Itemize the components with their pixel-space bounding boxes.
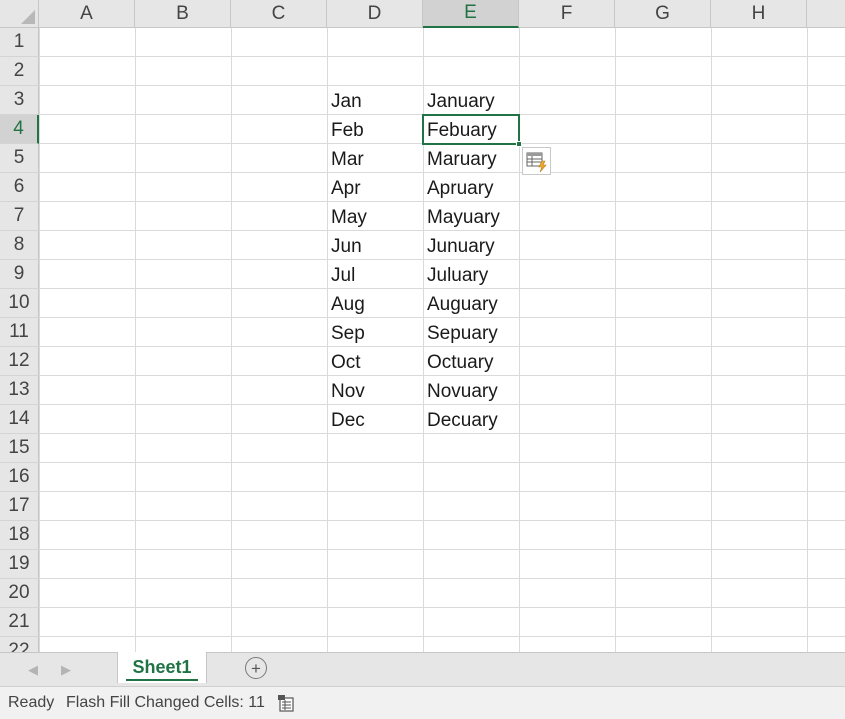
column-gridline xyxy=(711,28,712,652)
row-header-5[interactable]: 5 xyxy=(0,144,39,173)
column-header-g[interactable]: G xyxy=(615,0,711,28)
row-header-17[interactable]: 17 xyxy=(0,492,39,521)
row-gridline xyxy=(39,491,845,492)
cell-e13[interactable]: Novuary xyxy=(423,377,519,406)
row-header-14[interactable]: 14 xyxy=(0,405,39,434)
row-gridline xyxy=(39,607,845,608)
cell-e5[interactable]: Maruary xyxy=(423,145,519,174)
column-header-h[interactable]: H xyxy=(711,0,807,28)
flash-fill-options-icon[interactable] xyxy=(522,147,551,175)
row-header-21[interactable]: 21 xyxy=(0,608,39,637)
cell-d6[interactable]: Apr xyxy=(327,174,423,203)
row-gridline xyxy=(39,549,845,550)
column-header-d[interactable]: D xyxy=(327,0,423,28)
status-flash-fill-text: Flash Fill Changed Cells: 11 xyxy=(66,694,265,711)
row-header-7[interactable]: 7 xyxy=(0,202,39,231)
row-header-12[interactable]: 12 xyxy=(0,347,39,376)
row-header-18[interactable]: 18 xyxy=(0,521,39,550)
row-gridline xyxy=(39,462,845,463)
row-header-15[interactable]: 15 xyxy=(0,434,39,463)
cell-e12[interactable]: Octuary xyxy=(423,348,519,377)
select-all-button[interactable] xyxy=(0,0,39,28)
cell-d9[interactable]: Jul xyxy=(327,261,423,290)
column-header-e[interactable]: E xyxy=(423,0,519,28)
cell-e14[interactable]: Decuary xyxy=(423,406,519,435)
sheet-tab-label: Sheet1 xyxy=(132,657,192,677)
column-header-b[interactable]: B xyxy=(135,0,231,28)
status-ready-text: Ready xyxy=(8,694,55,711)
row-header-10[interactable]: 10 xyxy=(0,289,39,318)
cell-e7[interactable]: Mayuary xyxy=(423,203,519,232)
row-gridline xyxy=(39,85,845,86)
cell-d10[interactable]: Aug xyxy=(327,290,423,319)
column-header-a[interactable]: A xyxy=(39,0,135,28)
cell-d4[interactable]: Feb xyxy=(327,116,423,145)
row-header-11[interactable]: 11 xyxy=(0,318,39,347)
row-gridline xyxy=(39,636,845,637)
column-gridline xyxy=(39,28,40,652)
status-bar: Ready Flash Fill Changed Cells: 11 xyxy=(0,686,845,719)
cell-e10[interactable]: Auguary xyxy=(423,290,519,319)
cell-d13[interactable]: Nov xyxy=(327,377,423,406)
row-header-2[interactable]: 2 xyxy=(0,57,39,86)
row-header-4[interactable]: 4 xyxy=(0,115,39,144)
column-gridline xyxy=(807,28,808,652)
active-tab-underline xyxy=(126,679,198,681)
row-gridline xyxy=(39,520,845,521)
cell-e3[interactable]: January xyxy=(423,87,519,116)
sheet-stats-icon[interactable] xyxy=(276,693,296,713)
cell-e9[interactable]: Juluary xyxy=(423,261,519,290)
cell-d12[interactable]: Oct xyxy=(327,348,423,377)
row-header-1[interactable]: 1 xyxy=(0,28,39,57)
cell-e6[interactable]: Apruary xyxy=(423,174,519,203)
cell-d3[interactable]: Jan xyxy=(327,87,423,116)
column-header-i[interactable] xyxy=(807,0,845,28)
row-header-6[interactable]: 6 xyxy=(0,173,39,202)
cell-e8[interactable]: Junuary xyxy=(423,232,519,261)
worksheet-grid[interactable]: A B C D E F G H 1 2 3 4 5 6 7 8 9 10 11 12 13 14 15 16 17 18 19 20 2… xyxy=(0,0,845,652)
cell-d14[interactable]: Dec xyxy=(327,406,423,435)
row-header-20[interactable]: 20 xyxy=(0,579,39,608)
cell-e11[interactable]: Sepuary xyxy=(423,319,519,348)
cell-d7[interactable]: May xyxy=(327,203,423,232)
scroll-tabs-left-icon[interactable]: ◀ xyxy=(26,662,40,678)
sheet-tab-sheet1[interactable]: Sheet1 xyxy=(117,652,207,683)
plus-circle-icon[interactable]: + xyxy=(245,657,267,679)
sheet-tab-bar: ◀ ▶ Sheet1 + xyxy=(0,652,845,686)
cell-d11[interactable]: Sep xyxy=(327,319,423,348)
cell-d8[interactable]: Jun xyxy=(327,232,423,261)
row-gridline xyxy=(39,578,845,579)
row-header-19[interactable]: 19 xyxy=(0,550,39,579)
row-header-9[interactable]: 9 xyxy=(0,260,39,289)
row-header-3[interactable]: 3 xyxy=(0,86,39,115)
column-gridline xyxy=(615,28,616,652)
row-header-22[interactable]: 22 xyxy=(0,637,39,652)
select-all-triangle-icon xyxy=(21,10,35,24)
row-header-13[interactable]: 13 xyxy=(0,376,39,405)
column-gridline xyxy=(231,28,232,652)
column-header-c[interactable]: C xyxy=(231,0,327,28)
row-header-16[interactable]: 16 xyxy=(0,463,39,492)
active-cell-border xyxy=(422,114,520,145)
cell-d5[interactable]: Mar xyxy=(327,145,423,174)
column-header-f[interactable]: F xyxy=(519,0,615,28)
row-gridline xyxy=(39,56,845,57)
row-header-8[interactable]: 8 xyxy=(0,231,39,260)
column-gridline xyxy=(135,28,136,652)
scroll-tabs-right-icon[interactable]: ▶ xyxy=(59,662,73,678)
